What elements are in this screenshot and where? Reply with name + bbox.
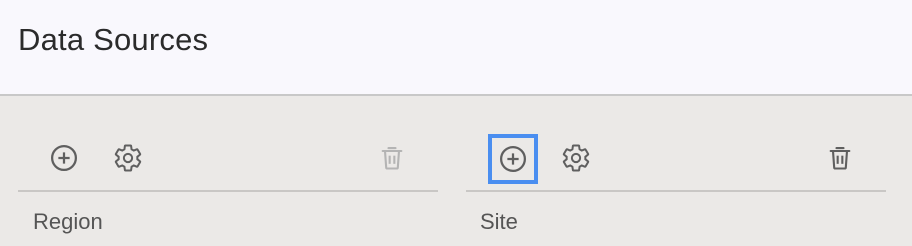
site-toolbar (466, 96, 886, 192)
region-panel: Region (18, 96, 438, 246)
region-toolbar (18, 96, 438, 192)
region-settings-button[interactable] (108, 138, 148, 178)
site-column-header: Site (480, 209, 518, 234)
site-add-button[interactable] (488, 134, 538, 184)
region-column-header: Region (33, 209, 103, 234)
header: Data Sources (0, 0, 912, 96)
add-circle-icon (500, 146, 526, 172)
trash-icon (381, 147, 403, 170)
region-delete-button[interactable] (372, 138, 412, 178)
site-delete-button[interactable] (820, 138, 860, 178)
trash-icon (829, 147, 851, 170)
add-circle-icon (51, 145, 77, 171)
site-panel: Site (466, 96, 886, 246)
site-settings-button[interactable] (556, 138, 596, 178)
gear-icon (114, 144, 142, 172)
page-title: Data Sources (18, 22, 209, 57)
gear-icon (562, 144, 590, 172)
region-add-button[interactable] (44, 138, 84, 178)
